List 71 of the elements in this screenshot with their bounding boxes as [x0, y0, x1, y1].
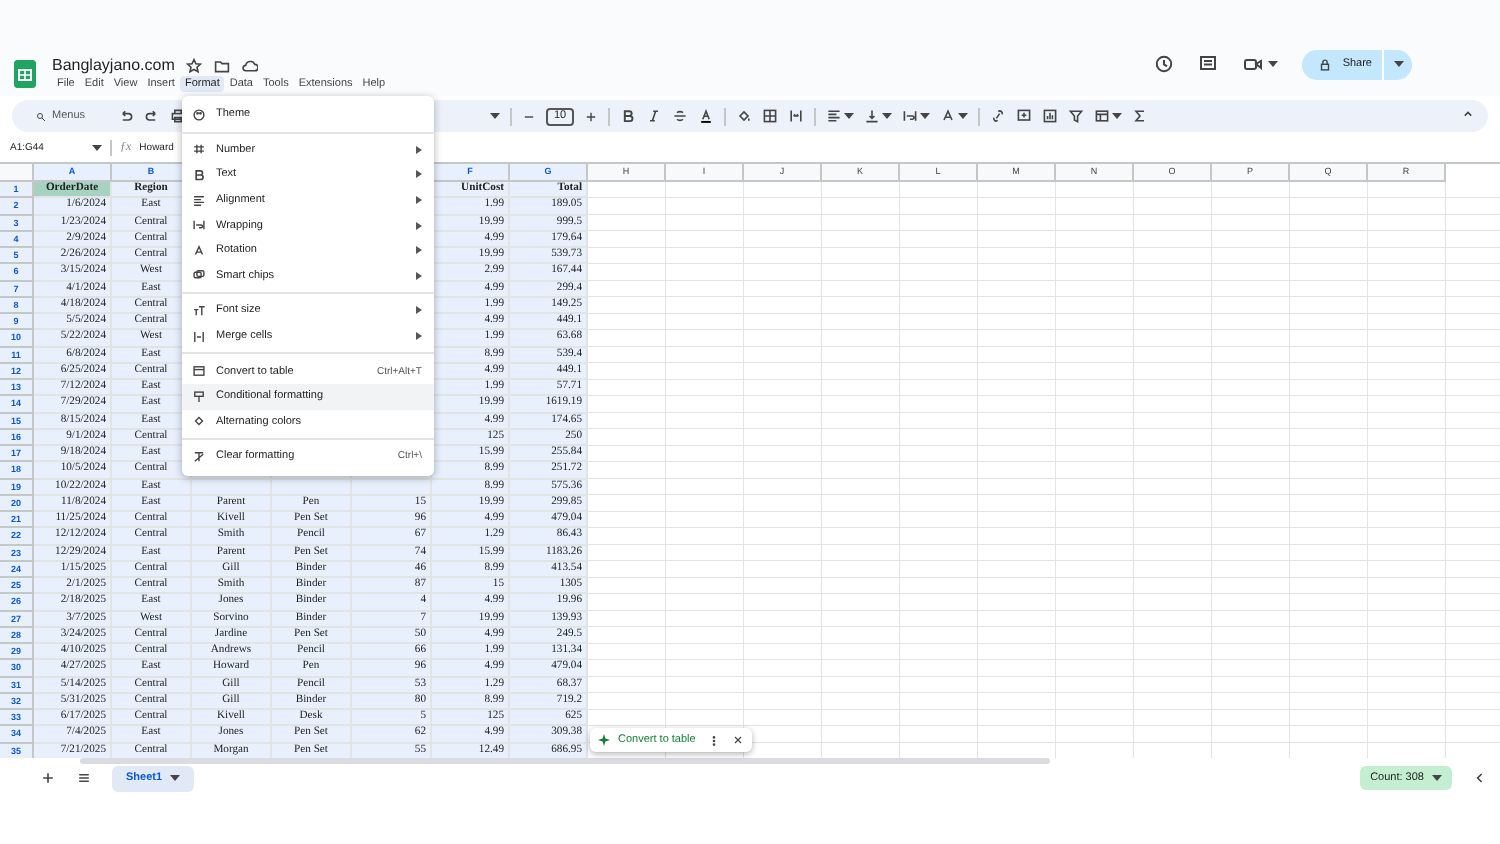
- bold-text-icon: [192, 167, 206, 182]
- merge-icon: [192, 329, 206, 344]
- insert-comment-icon[interactable]: [1016, 108, 1033, 124]
- text-color-icon[interactable]: [698, 108, 715, 124]
- merge-icon[interactable]: [788, 108, 805, 124]
- caret-icon[interactable]: [1432, 774, 1442, 782]
- text-wrap-icon[interactable]: [902, 108, 919, 124]
- table-icon: [192, 364, 206, 379]
- all-sheets-menu-icon[interactable]: [76, 770, 92, 786]
- horizontal-scrollbar[interactable]: [80, 758, 1050, 764]
- more-options-icon[interactable]: [707, 733, 720, 747]
- close-icon[interactable]: [731, 734, 744, 746]
- wrapping-icon: [192, 218, 206, 233]
- alignment-icon: [192, 193, 206, 208]
- submenu-arrow-icon: [416, 196, 422, 205]
- caret-icon[interactable]: [170, 774, 181, 782]
- increase-font-size-icon[interactable]: [584, 109, 599, 123]
- vertical-align-icon[interactable]: [864, 108, 881, 124]
- borders-icon[interactable]: [762, 108, 779, 124]
- lock-icon: [1318, 57, 1333, 71]
- clear-format-icon: [192, 449, 206, 464]
- submenu-arrow-icon: [416, 221, 422, 230]
- table-view-icon[interactable]: [1094, 108, 1111, 124]
- collapse-side-panel-icon[interactable]: [1472, 770, 1488, 786]
- caret-icon[interactable]: [882, 112, 893, 120]
- print-icon[interactable]: [170, 108, 186, 124]
- palette-icon: [192, 107, 206, 122]
- submenu-arrow-icon: [416, 271, 422, 280]
- redo-icon[interactable]: [144, 108, 160, 124]
- submenu-arrow-icon: [416, 306, 422, 315]
- submenu-arrow-icon: [416, 246, 422, 255]
- strikethrough-icon[interactable]: [672, 108, 689, 124]
- caret-icon[interactable]: [844, 112, 855, 120]
- undo-icon[interactable]: [118, 108, 134, 124]
- comment-icon[interactable]: [1198, 54, 1219, 74]
- bold-icon[interactable]: [620, 108, 637, 124]
- collapse-toolbar-icon[interactable]: [1460, 106, 1476, 122]
- folder-icon[interactable]: [214, 57, 231, 73]
- video-camera-icon[interactable]: [1242, 54, 1265, 74]
- caret-icon[interactable]: [1268, 60, 1279, 68]
- submenu-arrow-icon: [416, 170, 422, 179]
- paint-roller-icon: [192, 389, 206, 404]
- star-icon[interactable]: [186, 57, 203, 73]
- filter-icon[interactable]: [1068, 108, 1085, 124]
- submenu-arrow-icon: [416, 332, 422, 341]
- search-icon: [36, 109, 46, 123]
- rotation-icon: [192, 243, 206, 258]
- caret-icon[interactable]: [92, 144, 102, 152]
- add-sheet-icon[interactable]: [40, 770, 56, 786]
- sheets-logo-icon[interactable]: [14, 60, 36, 88]
- sum-icon[interactable]: [1132, 108, 1149, 124]
- text-rotation-icon[interactable]: [940, 108, 957, 124]
- cloud-icon[interactable]: [242, 57, 259, 73]
- document-title[interactable]: Banglayjano.com: [52, 56, 175, 74]
- italic-icon[interactable]: [646, 108, 663, 124]
- share-options-caret-icon[interactable]: [1394, 60, 1404, 68]
- link-icon[interactable]: [990, 108, 1007, 124]
- submenu-arrow-icon: [416, 145, 422, 154]
- smart-chips-icon: [192, 268, 206, 283]
- font-caret-icon[interactable]: [490, 112, 500, 120]
- bucket-icon: [192, 414, 206, 429]
- history-icon[interactable]: [1154, 54, 1175, 74]
- fill-color-icon[interactable]: [736, 108, 753, 124]
- caret-icon[interactable]: [920, 112, 931, 120]
- sparkle-icon: [598, 734, 610, 746]
- horizontal-align-icon[interactable]: [826, 108, 843, 124]
- caret-icon[interactable]: [1112, 112, 1123, 120]
- caret-icon[interactable]: [958, 112, 969, 120]
- chart-icon[interactable]: [1042, 108, 1059, 124]
- number-format-icon: [192, 142, 206, 157]
- font-size-icon: [192, 303, 206, 318]
